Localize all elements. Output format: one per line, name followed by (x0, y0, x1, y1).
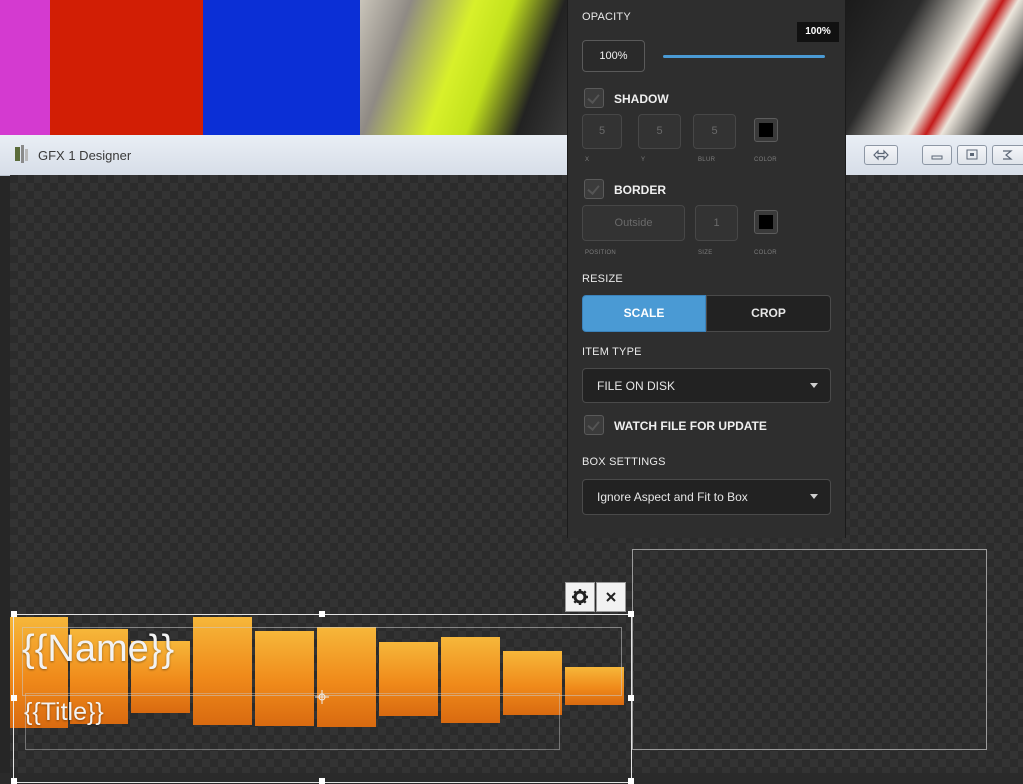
color-bar-red (50, 0, 203, 135)
box-settings-select[interactable]: Ignore Aspect and Fit to Box (582, 479, 831, 515)
color-bar-magenta (0, 0, 50, 135)
border-size-label: SIZE (698, 250, 713, 256)
watch-file-label: WATCH FILE FOR UPDATE (614, 419, 767, 433)
shadow-y-input[interactable]: 5 (638, 114, 681, 149)
border-label: BORDER (614, 183, 667, 197)
camera-feed-left (360, 0, 568, 135)
watch-file-checkbox[interactable] (584, 415, 604, 435)
resize-handle[interactable] (628, 695, 634, 701)
shadow-x-input[interactable]: 5 (582, 114, 622, 149)
shadow-blur-label: BLUR (698, 157, 716, 163)
shadow-blur-input[interactable]: 5 (693, 114, 736, 149)
opacity-input[interactable]: 100% (582, 40, 645, 72)
item-type-value: FILE ON DISK (597, 379, 676, 393)
box-settings-label: BOX SETTINGS (582, 456, 666, 468)
border-color-label: COLOR (754, 250, 777, 256)
resize-handle[interactable] (628, 611, 634, 617)
window-title: GFX 1 Designer (38, 148, 132, 163)
preview-strip (0, 0, 1023, 135)
window-titlebar: GFX 1 Designer (0, 135, 1023, 176)
opacity-tooltip: 100% (797, 22, 839, 42)
design-canvas[interactable]: {{Name}} {{Title}} (10, 175, 1023, 784)
resize-label: RESIZE (582, 273, 623, 285)
close-window-icon (1003, 150, 1013, 160)
chevron-down-icon (810, 494, 818, 499)
gear-icon (572, 589, 588, 605)
camera-feed-right (844, 0, 1023, 135)
minimize-icon (931, 155, 943, 160)
designer-window: GFX 1 Designer {{Name}} {{Title}} (0, 135, 1023, 784)
resize-handle[interactable] (628, 778, 634, 784)
border-checkbox[interactable] (584, 179, 604, 199)
move-crosshair-icon[interactable] (314, 689, 330, 705)
maximize-button[interactable] (957, 145, 987, 165)
item-type-label: ITEM TYPE (582, 346, 642, 358)
close-window-button[interactable] (992, 145, 1023, 165)
resize-handle[interactable] (319, 611, 325, 617)
border-position-select[interactable]: Outside (582, 205, 685, 241)
double-arrow-icon (873, 149, 889, 161)
resize-handle[interactable] (319, 778, 325, 784)
layer-settings-button[interactable] (565, 582, 595, 612)
shadow-x-label: X (585, 157, 590, 163)
layer-close-button[interactable] (596, 582, 626, 612)
shadow-color-swatch[interactable] (754, 118, 778, 142)
app-icon (15, 145, 28, 163)
shadow-color-label: COLOR (754, 157, 777, 163)
resize-handle[interactable] (11, 778, 17, 784)
opacity-slider[interactable] (663, 55, 825, 58)
maximize-icon (966, 149, 978, 160)
border-size-input[interactable]: 1 (695, 205, 738, 241)
shadow-y-label: Y (641, 157, 646, 163)
box-settings-value: Ignore Aspect and Fit to Box (597, 490, 748, 504)
opacity-label: OPACITY (582, 11, 631, 23)
resize-handle[interactable] (11, 611, 17, 617)
border-color-swatch[interactable] (754, 210, 778, 234)
scale-button[interactable]: SCALE (582, 295, 706, 332)
shadow-label: SHADOW (614, 92, 669, 106)
empty-layer-box[interactable] (632, 549, 987, 750)
color-fill (759, 215, 773, 229)
resize-arrows-button[interactable] (864, 145, 898, 165)
item-type-select[interactable]: FILE ON DISK (582, 368, 831, 403)
close-icon (606, 592, 616, 602)
shadow-checkbox[interactable] (584, 88, 604, 108)
color-fill (759, 123, 773, 137)
item-settings-panel: OPACITY 100% 100% SHADOW 5 5 5 X Y BLUR … (567, 0, 846, 538)
minimize-button[interactable] (922, 145, 952, 165)
chevron-down-icon (810, 383, 818, 388)
border-position-label: POSITION (585, 250, 617, 256)
color-bar-blue (203, 0, 360, 135)
crop-button[interactable]: CROP (706, 295, 831, 332)
resize-handle[interactable] (11, 695, 17, 701)
